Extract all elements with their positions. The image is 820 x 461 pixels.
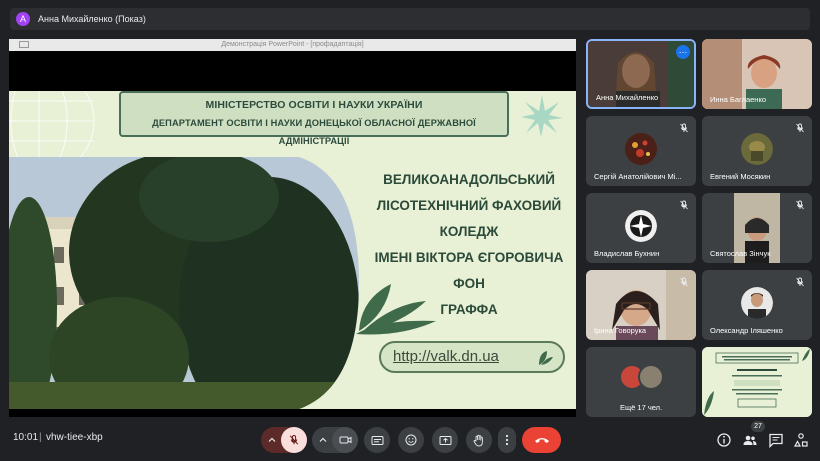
presentation-window-title: Демонстрація PowerPoint - [профадаптація… bbox=[221, 41, 364, 48]
shared-screen: Демонстрація PowerPoint - [профадаптація… bbox=[9, 39, 576, 417]
participant-name: Владислав Бухнин bbox=[594, 249, 660, 258]
leaf-decoration bbox=[356, 284, 436, 335]
participant-name: Олександр Іляшенко bbox=[710, 326, 783, 335]
mic-off-icon bbox=[680, 123, 688, 133]
participant-avatar bbox=[741, 133, 773, 165]
clock: 10:01 bbox=[13, 432, 39, 443]
reactions-button[interactable] bbox=[398, 427, 424, 453]
raise-hand-button[interactable] bbox=[466, 427, 492, 453]
meeting-code[interactable]: vhw-tiee-xbp bbox=[46, 432, 103, 443]
college-line-1: ВЕЛИКОАНАДОЛЬСЬКИЙ bbox=[383, 172, 555, 187]
participant-count-badge: 27 bbox=[751, 421, 765, 432]
participant-name: Инна Баглаенко bbox=[710, 95, 766, 104]
presentation-window-titlebar: Демонстрація PowerPoint - [профадаптація… bbox=[9, 39, 576, 51]
website-url: http://valk.dn.ua bbox=[393, 348, 499, 365]
top-bar: А Анна Михайленко (Показ) bbox=[0, 0, 820, 36]
starburst-decoration bbox=[521, 95, 563, 137]
window-icon bbox=[19, 41, 29, 48]
present-screen-button[interactable] bbox=[432, 427, 458, 453]
participant-tile[interactable]: Владислав Бухнин bbox=[586, 193, 696, 263]
leave-call-button[interactable] bbox=[522, 427, 561, 453]
participant-tile[interactable]: Ірина Говорука bbox=[586, 270, 696, 340]
mic-off-icon bbox=[680, 200, 688, 210]
presenting-indicator[interactable]: А Анна Михайленко (Показ) bbox=[10, 8, 810, 30]
participant-name: Евгений Мосякин bbox=[710, 172, 771, 181]
separator: | bbox=[39, 432, 42, 443]
end-call-icon bbox=[534, 438, 549, 443]
website-url-box: http://valk.dn.ua bbox=[379, 341, 565, 373]
more-options-button[interactable] bbox=[498, 427, 516, 453]
participant-tile[interactable]: Инна Баглаенко bbox=[702, 39, 812, 109]
mic-off-icon bbox=[796, 123, 804, 133]
participant-tile[interactable]: Евгений Мосякин bbox=[702, 116, 812, 186]
chevron-up-icon bbox=[268, 437, 276, 442]
participant-name: Святослав Зінчук bbox=[710, 249, 771, 258]
people-icon[interactable] bbox=[742, 432, 758, 448]
captions-icon bbox=[371, 435, 383, 445]
more-vert-icon bbox=[505, 434, 509, 446]
presenter-avatar: А bbox=[16, 12, 30, 26]
activities-icon[interactable] bbox=[793, 432, 809, 448]
captions-button[interactable] bbox=[364, 427, 390, 453]
participant-name: Анна Михайленко bbox=[596, 93, 659, 102]
participant-tile[interactable]: Сергій Анатолійович Мі... bbox=[586, 116, 696, 186]
participant-avatar bbox=[638, 364, 664, 390]
participant-avatar bbox=[625, 133, 657, 165]
hand-icon bbox=[473, 434, 483, 446]
participant-tile[interactable]: … Анна Михайленко bbox=[586, 39, 696, 109]
presenter-label: Анна Михайленко (Показ) bbox=[38, 14, 146, 24]
slide-thumbnail bbox=[702, 347, 812, 417]
presentation-thumbnail-tile[interactable] bbox=[702, 347, 812, 417]
chat-icon[interactable] bbox=[768, 432, 784, 448]
mic-off-icon bbox=[289, 434, 299, 445]
mic-off-icon bbox=[680, 277, 688, 287]
ministry-line-1: МІНІСТЕРСТВО ОСВІТИ І НАУКИ УКРАЇНИ bbox=[205, 99, 423, 111]
camera-icon bbox=[339, 436, 351, 444]
mic-toggle-button[interactable] bbox=[281, 427, 307, 453]
chevron-up-icon bbox=[319, 437, 327, 442]
participant-avatar bbox=[625, 210, 657, 242]
leaf-icon bbox=[539, 351, 553, 365]
bottom-control-bar: 10:01 | vhw-tiee-xbp 27 bbox=[0, 420, 820, 461]
present-icon bbox=[439, 435, 451, 445]
more-participants-tile[interactable]: Ещё 17 чел. bbox=[586, 347, 696, 417]
participant-name: Сергій Анатолійович Мі... bbox=[594, 172, 682, 181]
participant-tile[interactable]: Святослав Зінчук bbox=[702, 193, 812, 263]
ministry-header-box: МІНІСТЕРСТВО ОСВІТИ І НАУКИ УКРАЇНИ ДЕПА… bbox=[119, 91, 509, 146]
college-building-photo bbox=[9, 157, 359, 409]
participant-avatar bbox=[741, 287, 773, 319]
participant-tile[interactable]: Олександр Іляшенко bbox=[702, 270, 812, 340]
mic-off-icon bbox=[796, 200, 804, 210]
info-icon[interactable] bbox=[716, 432, 732, 448]
emoji-icon bbox=[405, 434, 417, 446]
ministry-line-2: ДЕПАРТАМЕНТ ОСВІТИ І НАУКИ ДОНЕЦЬКОЇ ОБЛ… bbox=[152, 118, 476, 146]
presentation-slide: МІНІСТЕРСТВО ОСВІТИ І НАУКИ УКРАЇНИ ДЕПА… bbox=[9, 91, 576, 409]
more-options-icon[interactable]: … bbox=[676, 45, 690, 59]
more-participants-label: Ещё 17 чел. bbox=[620, 403, 663, 412]
college-line-2: ЛІСОТЕХНІЧНИЙ ФАХОВИЙ КОЛЕДЖ bbox=[376, 198, 562, 239]
camera-toggle-button[interactable] bbox=[332, 427, 358, 453]
mic-off-icon bbox=[796, 277, 804, 287]
participant-name: Ірина Говорука bbox=[594, 326, 647, 335]
